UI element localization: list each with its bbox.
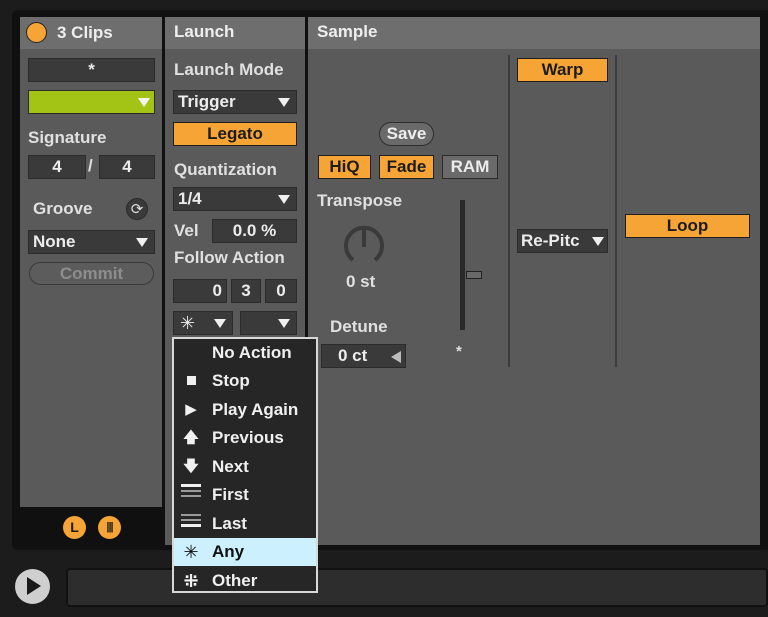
gain-slider-track[interactable] [460, 200, 465, 330]
any-icon: ✳ [183, 542, 199, 562]
clip-activator-icon[interactable] [26, 22, 47, 43]
chevron-down-icon [278, 98, 290, 107]
menu-item-label: Play Again [212, 400, 299, 419]
menu-item-first[interactable]: First [174, 481, 316, 509]
follow-action-b-select[interactable] [240, 311, 297, 335]
clip-footer [20, 507, 162, 547]
other-icon: ⁜ [183, 571, 199, 591]
velocity-field[interactable]: 0.0 % [212, 219, 297, 243]
loop-indicator-icon[interactable]: L [63, 516, 86, 539]
menu-item-label: Other [212, 571, 258, 590]
launch-mode-label: Launch Mode [174, 60, 284, 79]
menu-item-next[interactable]: 🡇 Next [174, 453, 316, 481]
save-button[interactable]: Save [379, 122, 434, 146]
menu-item-last[interactable]: Last [174, 510, 316, 538]
chevron-down-icon [138, 98, 150, 107]
legato-button[interactable]: Legato [173, 122, 297, 146]
follow-action-label: Follow Action [174, 248, 285, 267]
follow-time-sixteenths-field[interactable]: 0 [265, 279, 297, 303]
clip-header: 3 Clips [20, 17, 162, 49]
fade-button[interactable]: Fade [379, 155, 434, 179]
hiq-button[interactable]: HiQ [318, 155, 371, 179]
menu-item-label: Last [212, 514, 247, 533]
clip-header-title: 3 Clips [57, 23, 113, 42]
follow-action-a-select[interactable]: ✳ [173, 311, 233, 335]
launch-mode-value: Trigger [178, 92, 236, 111]
groove-select[interactable]: None [28, 230, 155, 254]
chevron-left-icon [391, 351, 401, 363]
menu-item-label: Next [212, 457, 249, 476]
menu-item-any[interactable]: ✳ Any [174, 538, 316, 566]
quantization-select[interactable]: 1/4 [173, 187, 297, 211]
signature-denominator-field[interactable]: 4 [99, 155, 155, 179]
ram-button[interactable]: RAM [442, 155, 498, 179]
gain-slider-handle[interactable] [466, 271, 482, 279]
play-icon [27, 577, 41, 595]
detune-field[interactable]: 0 ct [321, 344, 406, 368]
chevron-down-icon [214, 319, 226, 328]
follow-time-beats-field[interactable]: 3 [231, 279, 261, 303]
loop-column-divider [615, 55, 617, 367]
menu-item-label: No Action [212, 343, 292, 362]
sample-header: Sample [308, 17, 760, 49]
menu-item-no-action[interactable]: No Action [174, 339, 316, 367]
menu-item-label: First [212, 485, 249, 504]
menu-item-label: Any [212, 542, 245, 561]
transpose-value[interactable]: 0 st [346, 272, 375, 292]
last-icon [180, 510, 202, 538]
knob-icon [344, 225, 384, 262]
velocity-label: Vel [174, 221, 199, 240]
loop-button[interactable]: Loop [625, 214, 750, 238]
transpose-label: Transpose [317, 191, 403, 210]
signature-label: Signature [28, 128, 107, 147]
clip-color-selector[interactable] [28, 90, 155, 114]
commit-button[interactable]: Commit [29, 262, 154, 285]
arrow-up-icon: 🡅 [183, 429, 199, 446]
menu-item-previous[interactable]: 🡅 Previous [174, 424, 316, 452]
transpose-knob[interactable] [339, 222, 389, 272]
chevron-down-icon [278, 195, 290, 204]
stop-icon [180, 367, 202, 395]
chevron-down-icon [592, 237, 604, 246]
menu-item-stop[interactable]: Stop [174, 367, 316, 395]
warp-button[interactable]: Warp [517, 58, 608, 82]
chevron-down-icon [136, 238, 148, 247]
groove-value: None [33, 232, 76, 251]
launch-header: Launch [165, 17, 305, 49]
menu-item-label: Previous [212, 428, 284, 447]
detune-label: Detune [330, 317, 388, 336]
menu-item-play-again[interactable]: ▶ Play Again [174, 396, 316, 424]
signature-numerator-field[interactable]: 4 [28, 155, 86, 179]
menu-item-other[interactable]: ⁜ Other [174, 567, 316, 595]
quantization-value: 1/4 [178, 189, 202, 208]
warp-mode-value: Re-Pitc [521, 231, 580, 250]
signature-separator: / [88, 156, 93, 175]
follow-action-menu: No Action Stop ▶ Play Again 🡅 Previous 🡇… [172, 337, 318, 593]
warp-indicator-icon[interactable]: ||| [98, 516, 121, 539]
groove-label: Groove [33, 199, 93, 218]
warp-mode-select[interactable]: Re-Pitc [517, 229, 608, 253]
chevron-down-icon [278, 319, 290, 328]
first-icon [180, 481, 202, 509]
clip-name-field[interactable]: * [28, 58, 155, 82]
detune-value: 0 ct [338, 346, 368, 365]
gain-value: * [456, 343, 462, 360]
sample-panel [308, 17, 760, 545]
any-icon: ✳ [180, 313, 196, 333]
groove-hot-swap-icon[interactable]: ⟳ [126, 198, 148, 220]
arrow-down-icon: 🡇 [183, 458, 199, 475]
play-button[interactable] [15, 569, 50, 604]
warp-column-divider [508, 55, 510, 367]
play-icon: ▶ [185, 401, 197, 418]
quantization-label: Quantization [174, 160, 277, 179]
menu-item-label: Stop [212, 371, 250, 390]
launch-mode-select[interactable]: Trigger [173, 90, 297, 114]
follow-time-bars-field[interactable]: 0 [173, 279, 227, 303]
